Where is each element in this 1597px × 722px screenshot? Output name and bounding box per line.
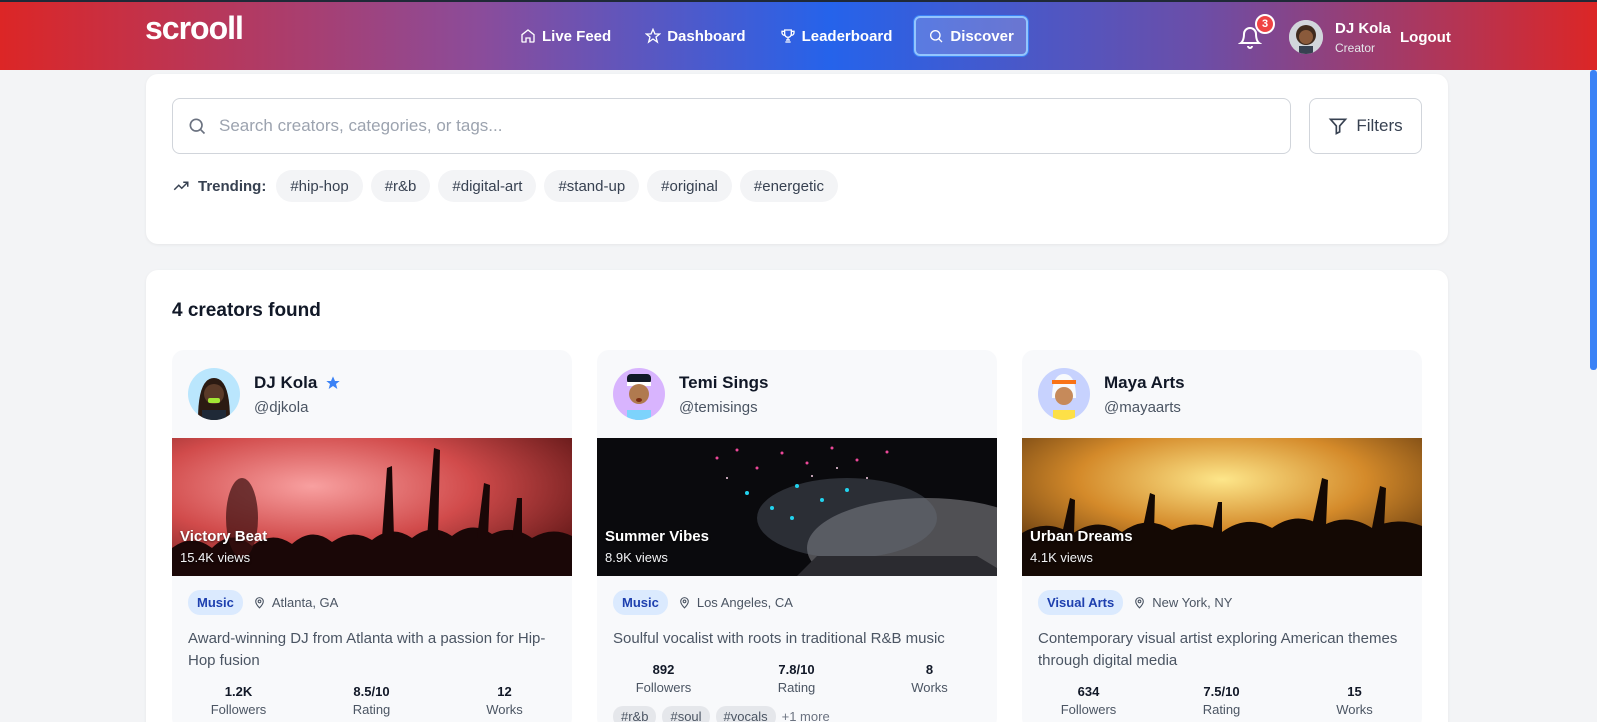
- creator-name[interactable]: DJ Kola: [254, 373, 341, 393]
- stat-works: 15 Works: [1336, 684, 1373, 717]
- map-pin-icon: [1135, 597, 1145, 609]
- nav-dashboard[interactable]: Dashboard: [633, 16, 757, 56]
- stat-rating: 7.8/10 Rating: [777, 662, 816, 695]
- map-pin-icon: [680, 597, 689, 609]
- work-views: 15.4K views: [180, 550, 251, 565]
- creator-stats: 634 Followers 7.5/10 Rating 15 Works: [1022, 684, 1422, 717]
- featured-work-image[interactable]: Summer Vibes 8.9K views: [597, 438, 997, 576]
- search-input[interactable]: [219, 116, 1259, 136]
- nav-label: Live Feed: [542, 27, 612, 45]
- page-scrollbar[interactable]: [1590, 70, 1597, 370]
- nav-label: Discover: [950, 27, 1014, 45]
- creator-bio: Soulful vocalist with roots in tradition…: [613, 630, 945, 647]
- location: New York, NY: [1133, 595, 1232, 610]
- filters-button[interactable]: Filters: [1309, 98, 1422, 154]
- user-role: Creator: [1335, 41, 1376, 55]
- creator-tags: #r&b #soul #vocals +1 more: [613, 706, 830, 722]
- home-icon: [521, 29, 535, 43]
- results-count: 4 creators found: [172, 300, 321, 321]
- stat-rating: 7.5/10 Rating: [1202, 684, 1241, 717]
- card-header: DJ Kola @djkola: [188, 368, 341, 420]
- star-icon: [645, 28, 662, 44]
- map-pin-icon: [255, 597, 264, 609]
- stat-works: 8 Works: [911, 662, 948, 695]
- work-title: Urban Dreams: [1030, 528, 1133, 545]
- notification-badge: 3: [1255, 14, 1275, 34]
- creator-avatar[interactable]: [1038, 368, 1090, 420]
- stat-followers: 892 Followers: [635, 662, 692, 695]
- main-nav: Live Feed Dashboard Leaderboard Discover: [508, 16, 1028, 56]
- results-panel: 4 creators found DJ Kola @djkola Victory…: [146, 270, 1448, 722]
- trending-up-icon: [173, 181, 189, 191]
- creator-tag[interactable]: #r&b: [613, 706, 657, 722]
- creator-handle: @djkola: [254, 398, 309, 416]
- search-panel: Filters Trending: #hip-hop #r&b #digital…: [146, 74, 1448, 244]
- creator-card[interactable]: DJ Kola @djkola Victory Beat 15.4K views…: [172, 350, 572, 722]
- creator-handle: @temisings: [679, 398, 758, 416]
- search-box[interactable]: [172, 98, 1291, 154]
- meta-row: Visual Arts New York, NY: [1038, 590, 1232, 615]
- search-icon: [930, 30, 943, 43]
- card-header: Maya Arts @mayaarts: [1038, 368, 1185, 420]
- trending-tag[interactable]: #digital-art: [438, 170, 537, 202]
- nav-label: Leaderboard: [801, 27, 893, 45]
- featured-work-image[interactable]: Victory Beat 15.4K views: [172, 438, 572, 576]
- work-views: 8.9K views: [605, 550, 668, 565]
- trending-tag[interactable]: #hip-hop: [276, 170, 363, 202]
- trending-tag[interactable]: #stand-up: [544, 170, 640, 202]
- creator-avatar[interactable]: [613, 368, 665, 420]
- creator-bio: Award-winning DJ from Atlanta with a pas…: [188, 630, 546, 669]
- stat-rating: 8.5/10 Rating: [352, 684, 391, 717]
- location: Atlanta, GA: [253, 595, 338, 610]
- category-badge[interactable]: Music: [188, 590, 243, 615]
- more-tags-link[interactable]: +1 more: [782, 709, 830, 722]
- app-logo[interactable]: scrooll: [145, 10, 244, 47]
- stat-followers: 1.2K Followers: [210, 684, 267, 717]
- meta-row: Music Atlanta, GA: [188, 590, 338, 615]
- creator-name[interactable]: Maya Arts: [1104, 373, 1185, 393]
- logo-text: scrooll: [145, 10, 244, 46]
- creator-stats: 1.2K Followers 8.5/10 Rating 12 Works: [172, 684, 572, 717]
- creator-stats: 892 Followers 7.8/10 Rating 8 Works: [597, 662, 997, 695]
- category-badge[interactable]: Music: [613, 590, 668, 615]
- trending-label: Trending:: [172, 177, 266, 195]
- trending-tag[interactable]: #r&b: [370, 170, 431, 202]
- work-views: 4.1K views: [1030, 550, 1093, 565]
- filters-label: Filters: [1356, 116, 1403, 135]
- featured-work-image[interactable]: Urban Dreams 4.1K views: [1022, 438, 1422, 576]
- creator-handle: @mayaarts: [1104, 398, 1181, 416]
- category-badge[interactable]: Visual Arts: [1038, 590, 1124, 615]
- trending-tags: Trending: #hip-hop #r&b #digital-art #st…: [172, 170, 838, 202]
- user-avatar[interactable]: [1289, 20, 1323, 54]
- creator-card[interactable]: Temi Sings @temisings Summer Vibes 8.9K …: [597, 350, 997, 722]
- creator-tag[interactable]: #vocals: [715, 706, 776, 722]
- card-header: Temi Sings @temisings: [613, 368, 768, 420]
- trending-tag[interactable]: #energetic: [739, 170, 838, 202]
- creator-card[interactable]: Maya Arts @mayaarts Urban Dreams 4.1K vi…: [1022, 350, 1422, 722]
- meta-row: Music Los Angeles, CA: [613, 590, 793, 615]
- creator-avatar[interactable]: [188, 368, 240, 420]
- top-navbar: scrooll Live Feed Dashboard Leaderboard …: [0, 0, 1597, 70]
- nav-leaderboard[interactable]: Leaderboard: [768, 16, 905, 56]
- stat-works: 12 Works: [486, 684, 523, 717]
- work-title: Summer Vibes: [605, 528, 709, 545]
- creator-tag[interactable]: #soul: [662, 706, 710, 722]
- verified-star-icon: [326, 375, 340, 389]
- search-icon: [189, 118, 206, 135]
- user-name: DJ Kola: [1335, 20, 1391, 37]
- nav-label: Dashboard: [667, 27, 746, 45]
- nav-discover[interactable]: Discover: [914, 16, 1028, 56]
- work-title: Victory Beat: [180, 528, 268, 545]
- nav-live-feed[interactable]: Live Feed: [508, 16, 623, 56]
- trending-tag[interactable]: #original: [647, 170, 732, 202]
- filter-icon: [1329, 118, 1348, 135]
- creator-name[interactable]: Temi Sings: [679, 373, 768, 393]
- creator-bio: Contemporary visual artist exploring Ame…: [1038, 630, 1398, 669]
- location: Los Angeles, CA: [678, 595, 793, 610]
- trophy-icon: [780, 29, 795, 43]
- logout-button[interactable]: Logout: [1400, 29, 1451, 46]
- stat-followers: 634 Followers: [1060, 684, 1117, 717]
